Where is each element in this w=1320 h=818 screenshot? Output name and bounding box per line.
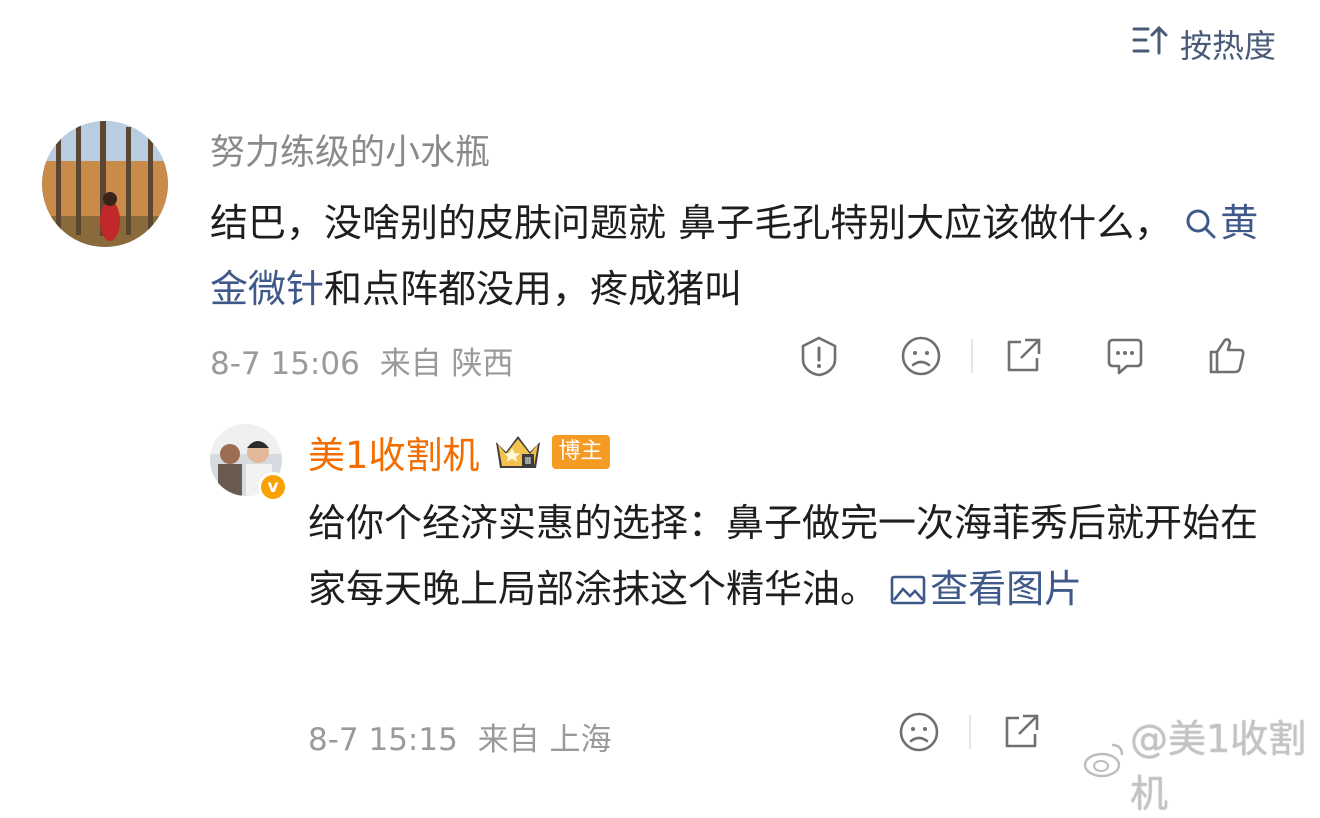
like-icon: [1209, 338, 1245, 374]
watermark-text: @美1收割机: [1130, 717, 1307, 816]
member-crown-icon: Ⅲ: [492, 430, 544, 474]
comment-username[interactable]: 努力练级的小水瓶: [210, 124, 490, 175]
divider: [971, 339, 973, 373]
reply-username-row: 美1收割机 Ⅲ 博主: [308, 425, 610, 479]
report-button[interactable]: [797, 334, 841, 378]
dislike-icon: [899, 712, 939, 752]
reply-icon: [1107, 338, 1143, 375]
reply-date: 8-7 15:15: [308, 722, 458, 758]
verified-badge-icon: v: [258, 472, 288, 502]
like-button[interactable]: [1205, 334, 1249, 378]
weibo-logo-icon: [1082, 739, 1126, 788]
comment-actions: [797, 334, 1249, 378]
report-icon: [801, 336, 837, 377]
comment-date: 8-7 15:06: [210, 346, 360, 382]
dislike-button[interactable]: [899, 334, 943, 378]
watermark: @美1收割机: [1082, 708, 1320, 818]
view-image-link[interactable]: 查看图片: [890, 567, 1082, 611]
reply-share-button[interactable]: [999, 710, 1043, 754]
reply-text: 给你个经济实惠的选择：鼻子做完一次海菲秀后就开始在家每天晚上局部涂抹这个精华油。…: [308, 490, 1268, 622]
reply-text-content: 给你个经济实惠的选择：鼻子做完一次海菲秀后就开始在家每天晚上局部涂抹这个精华油。: [308, 501, 1259, 611]
comment-text-after: 和点阵都没用，疼成猪叫: [324, 267, 743, 311]
reply-username[interactable]: 美1收割机: [308, 425, 480, 479]
sort-icon: [1130, 20, 1170, 68]
comment-meta: 8-7 15:06 来自 陕西: [210, 338, 514, 383]
search-icon: [1184, 195, 1218, 239]
share-icon: [1005, 714, 1039, 748]
reply-actions: [897, 710, 1043, 754]
comment-text-before: 结巴，没啥别的皮肤问题就 鼻子毛孔特别大应该做什么，: [210, 201, 1173, 245]
reply-dislike-button[interactable]: [897, 710, 941, 754]
dislike-icon: [901, 336, 941, 376]
view-image-label: 查看图片: [930, 567, 1083, 611]
comment-text: 结巴，没啥别的皮肤问题就 鼻子毛孔特别大应该做什么， 黄金微针和点阵都没用，疼成…: [210, 190, 1270, 322]
comment-source: 来自 陕西: [379, 346, 514, 382]
share-icon: [1007, 338, 1041, 372]
reply-button[interactable]: [1103, 334, 1147, 378]
reply-meta: 8-7 15:15 来自 上海: [308, 714, 612, 759]
svg-text:Ⅲ: Ⅲ: [524, 456, 531, 467]
divider: [969, 715, 971, 749]
avatar[interactable]: [42, 121, 168, 247]
blogger-badge: 博主: [551, 435, 610, 469]
sort-by-hot-button[interactable]: 按热度: [1130, 20, 1276, 68]
share-button[interactable]: [1001, 334, 1045, 378]
image-icon: [890, 560, 926, 605]
sort-label: 按热度: [1179, 27, 1276, 65]
reply-source: 来自 上海: [477, 722, 612, 758]
